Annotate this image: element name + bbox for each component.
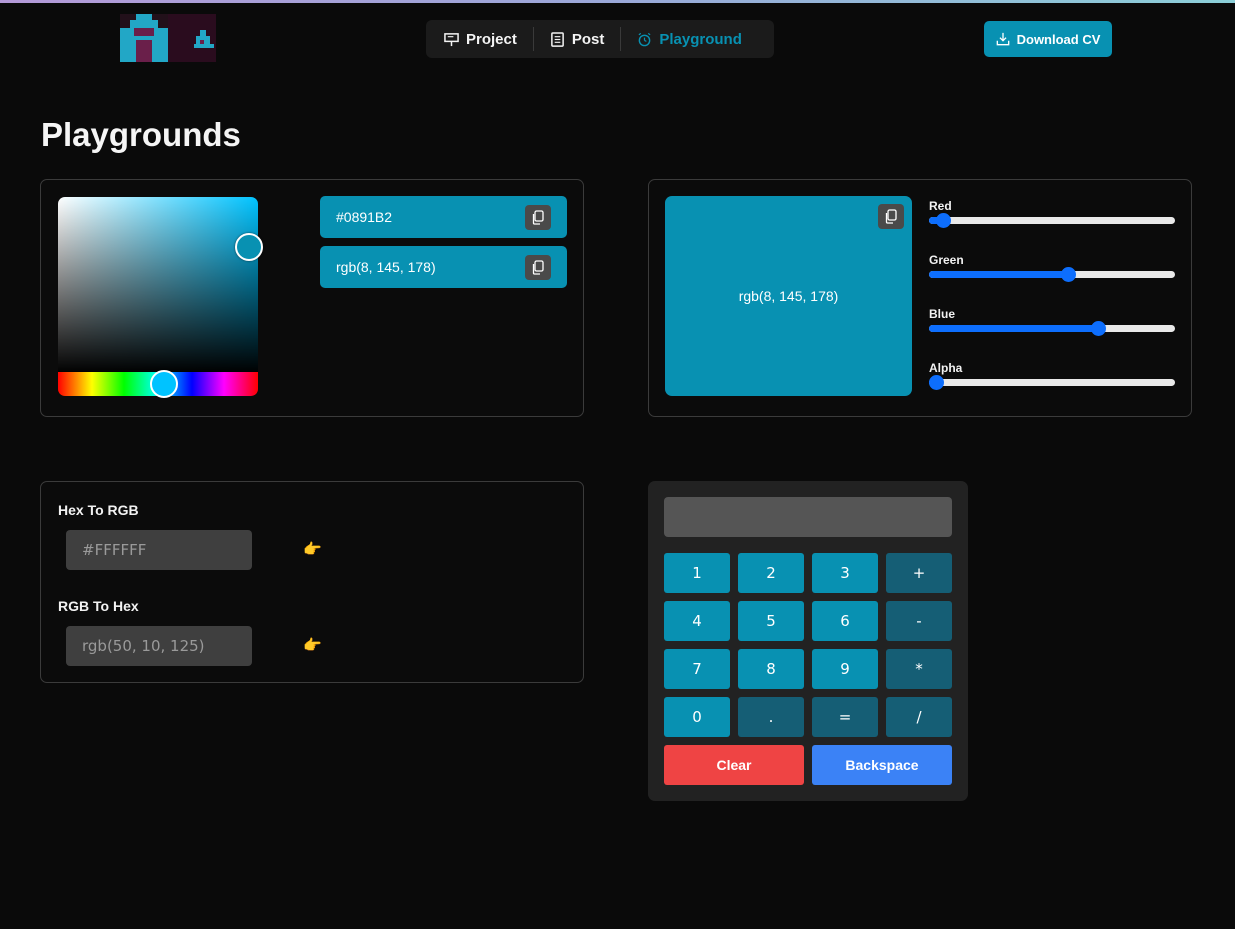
presentation-icon: [444, 32, 459, 46]
slider-green: Green: [929, 253, 1175, 282]
rgb-value: rgb(8, 145, 178): [336, 259, 436, 275]
nav-project-label: Project: [466, 30, 517, 48]
nav-post-label: Post: [571, 30, 605, 48]
hue-slider-handle[interactable]: [150, 370, 178, 398]
slider-blue-label: Blue: [929, 307, 956, 321]
nav-divider: [620, 27, 622, 51]
main-nav: Project Post Playground: [426, 20, 774, 58]
slider-red: Red: [929, 199, 1175, 228]
saturation-value-handle[interactable]: [235, 233, 263, 261]
nav-divider: [532, 27, 534, 51]
hex-to-rgb-label: Hex To RGB: [58, 502, 139, 518]
calc-key-6[interactable]: 6: [812, 601, 878, 641]
nav-post[interactable]: Post: [550, 30, 605, 48]
hex-input[interactable]: [66, 530, 252, 570]
calc-key-multiply[interactable]: *: [886, 649, 952, 689]
download-cv-button[interactable]: Download CV: [984, 21, 1112, 57]
hex-value: #0891B2: [336, 209, 393, 225]
color-preview: rgb(8, 145, 178): [665, 196, 912, 396]
copy-icon: [532, 210, 544, 225]
calc-key-7[interactable]: 7: [664, 649, 730, 689]
slider-red-label: Red: [929, 199, 952, 213]
page-title: Playgrounds: [41, 116, 241, 153]
slider-red-thumb[interactable]: [936, 213, 952, 228]
slider-blue-thumb[interactable]: [1090, 321, 1106, 336]
hex-value-box: #0891B2: [320, 196, 567, 238]
alarm-clock-icon: [638, 32, 651, 46]
calc-key-2[interactable]: 2: [738, 553, 804, 593]
top-accent-line: [0, 0, 1235, 3]
copy-rgb-button[interactable]: [525, 255, 551, 280]
document-icon: [550, 31, 564, 47]
calc-key-plus[interactable]: +: [886, 553, 952, 593]
rgb-to-hex-label: RGB To Hex: [58, 598, 139, 614]
slider-green-thumb[interactable]: [1060, 267, 1076, 282]
pixel-logo-icon: [120, 14, 216, 62]
copy-icon: [532, 260, 544, 275]
copy-icon: [885, 209, 897, 224]
slider-blue: Blue: [929, 307, 1175, 336]
calc-key-decimal[interactable]: .: [738, 697, 804, 737]
color-converter-card: Hex To RGB 👉 RGB To Hex 👉: [40, 481, 584, 683]
nav-playground[interactable]: Playground: [637, 31, 742, 48]
nav-project[interactable]: Project: [444, 31, 517, 48]
pointing-hand-icon: 👉: [303, 541, 322, 558]
site-logo[interactable]: [120, 14, 216, 62]
slider-red-track[interactable]: [929, 213, 1175, 228]
calc-backspace-button[interactable]: Backspace: [812, 745, 952, 785]
calc-key-minus[interactable]: -: [886, 601, 952, 641]
saturation-value-area[interactable]: [58, 197, 258, 373]
calc-key-1[interactable]: 1: [664, 553, 730, 593]
nav-playground-label: Playground: [659, 30, 742, 48]
preview-rgb-text: rgb(8, 145, 178): [738, 288, 839, 304]
copy-preview-button[interactable]: [878, 204, 904, 229]
pointing-hand-icon: 👉: [303, 637, 322, 654]
slider-green-fill: [929, 271, 1068, 278]
calc-key-equals[interactable]: =: [812, 697, 878, 737]
slider-alpha-track[interactable]: [929, 375, 1175, 390]
calc-key-5[interactable]: 5: [738, 601, 804, 641]
slider-blue-track[interactable]: [929, 321, 1175, 336]
calc-key-divide[interactable]: /: [886, 697, 952, 737]
calc-key-0[interactable]: 0: [664, 697, 730, 737]
rgb-value-box: rgb(8, 145, 178): [320, 246, 567, 288]
copy-hex-button[interactable]: [525, 205, 551, 230]
color-picker-card: #0891B2 rgb(8, 145, 178): [40, 179, 584, 417]
calc-key-9[interactable]: 9: [812, 649, 878, 689]
download-cv-label: Download CV: [1016, 31, 1101, 47]
calc-key-3[interactable]: 3: [812, 553, 878, 593]
slider-alpha-thumb[interactable]: [929, 375, 944, 390]
calc-clear-button[interactable]: Clear: [664, 745, 804, 785]
calculator-display: [664, 497, 952, 537]
slider-green-track[interactable]: [929, 267, 1175, 282]
calc-key-8[interactable]: 8: [738, 649, 804, 689]
slider-alpha: Alpha: [929, 361, 1175, 390]
slider-green-label: Green: [929, 253, 964, 267]
rgb-input[interactable]: [66, 626, 252, 666]
calculator: 1 2 3 + 4 5 6 - 7 8 9 * 0 . = / Clear Ba…: [648, 481, 968, 801]
rgba-slider-card: rgb(8, 145, 178) Red Green Blue Alpha: [648, 179, 1192, 417]
slider-alpha-label: Alpha: [929, 361, 963, 375]
download-icon: [996, 32, 1009, 46]
calc-key-4[interactable]: 4: [664, 601, 730, 641]
slider-blue-fill: [929, 325, 1098, 332]
